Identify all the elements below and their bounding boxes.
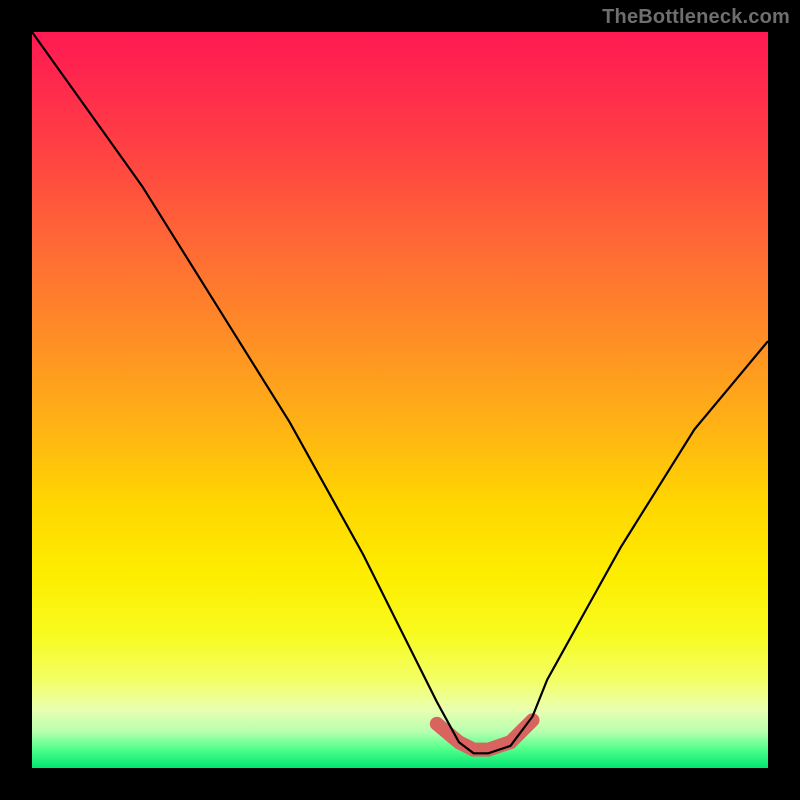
chart-frame: TheBottleneck.com	[0, 0, 800, 800]
curve-layer	[32, 32, 768, 768]
plot-area	[32, 32, 768, 768]
bottleneck-curve-line	[32, 32, 768, 753]
watermark-text: TheBottleneck.com	[602, 6, 790, 29]
